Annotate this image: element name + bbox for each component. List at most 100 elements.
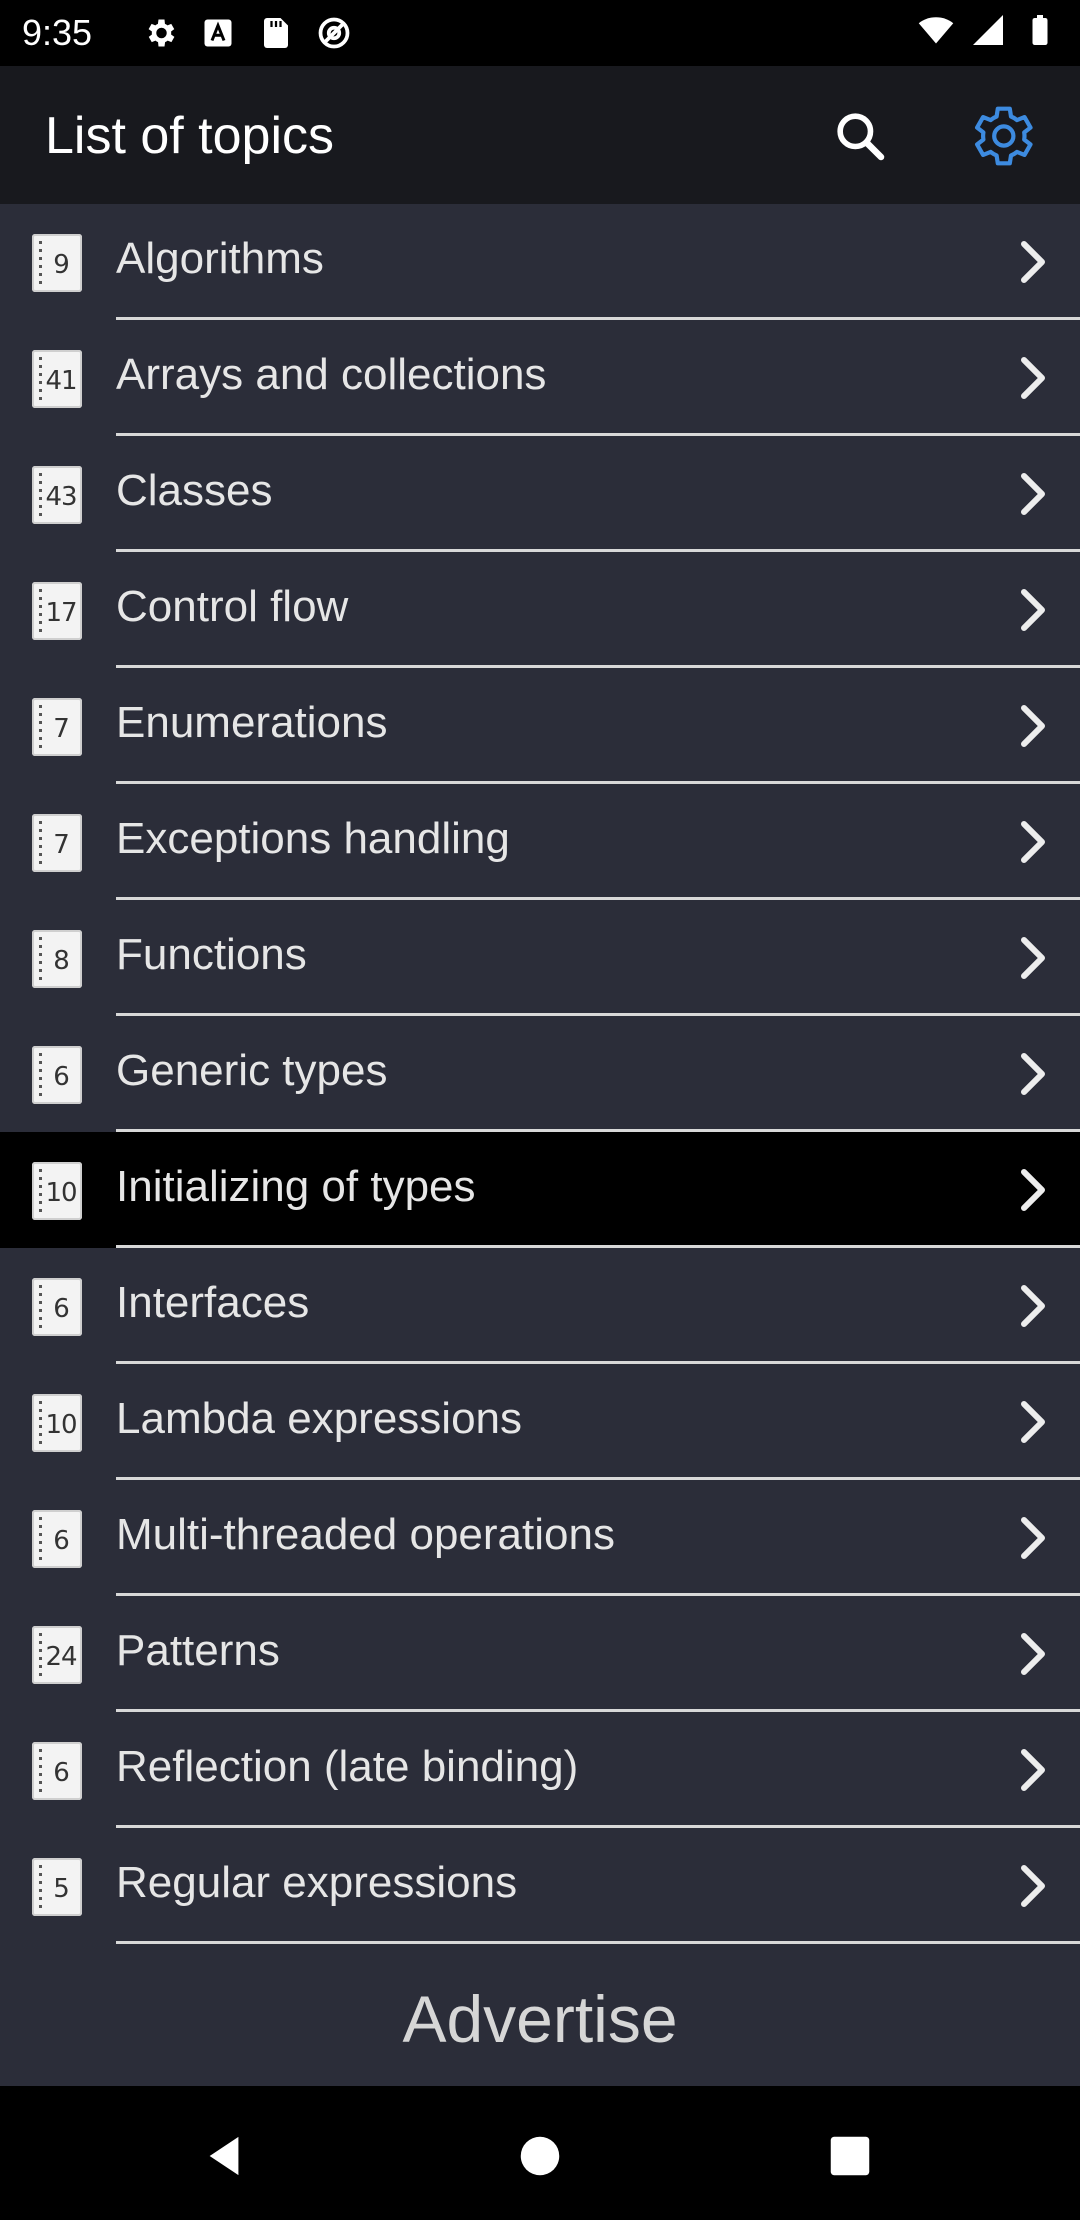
topic-label: Interfaces xyxy=(116,1278,310,1327)
app-bar: List of topics xyxy=(0,66,1080,204)
chevron-right-icon xyxy=(1021,1517,1045,1559)
chevron-right-icon xyxy=(1021,1401,1045,1443)
topic-row[interactable]: 7 Exceptions handling xyxy=(0,784,1080,900)
chevron-right-icon xyxy=(1021,1053,1045,1095)
notepad-icon: 7 xyxy=(32,814,82,872)
sd-card-icon xyxy=(256,13,296,53)
chevron-right-icon xyxy=(1021,821,1045,863)
topic-count: 9 xyxy=(53,250,70,280)
chevron-right-icon xyxy=(1021,937,1045,979)
notepad-icon: 6 xyxy=(32,1510,82,1568)
topic-count: 6 xyxy=(53,1294,70,1324)
notepad-icon: 10 xyxy=(32,1162,82,1220)
settings-icon xyxy=(140,13,180,53)
topic-count: 7 xyxy=(53,830,70,860)
home-circle-icon xyxy=(520,2136,560,2176)
chevron-right-icon xyxy=(1021,1865,1045,1907)
search-icon xyxy=(837,113,885,161)
topic-row[interactable]: 24 Patterns xyxy=(0,1596,1080,1712)
back-triangle-icon xyxy=(209,2136,239,2176)
recents-button[interactable] xyxy=(820,2126,880,2186)
topic-label: Arrays and collections xyxy=(116,350,547,399)
a-notification-icon xyxy=(198,13,238,53)
topic-count: 24 xyxy=(45,1642,77,1672)
topic-count: 6 xyxy=(53,1526,70,1556)
recents-square-icon xyxy=(830,2136,870,2176)
back-button[interactable] xyxy=(195,2126,255,2186)
topic-label: Lambda expressions xyxy=(116,1394,523,1443)
chevron-right-icon xyxy=(1021,1285,1045,1327)
notepad-icon: 10 xyxy=(32,1394,82,1452)
topic-label: Initializing of types xyxy=(116,1162,476,1211)
topic-count: 10 xyxy=(45,1410,77,1440)
notepad-icon: 6 xyxy=(32,1278,82,1336)
topic-row[interactable]: 9 Algorithms xyxy=(0,204,1080,320)
search-button[interactable] xyxy=(820,96,900,176)
topic-row[interactable]: 5 Regular expressions xyxy=(0,1828,1080,1944)
topic-row[interactable]: 10 Initializing of types xyxy=(0,1132,1080,1248)
notepad-icon: 17 xyxy=(32,582,82,640)
topic-count: 6 xyxy=(53,1062,70,1092)
topic-label: Reflection (late binding) xyxy=(116,1742,579,1791)
topic-row[interactable]: 10 Lambda expressions xyxy=(0,1364,1080,1480)
battery-icon xyxy=(1020,10,1060,50)
status-icons-right xyxy=(916,10,1060,50)
topic-count: 8 xyxy=(53,946,70,976)
topic-count: 6 xyxy=(53,1758,70,1788)
chevron-right-icon xyxy=(1021,357,1045,399)
gear-icon xyxy=(975,106,1033,166)
topic-label: Enumerations xyxy=(116,698,388,747)
topic-count: 7 xyxy=(53,714,70,744)
chevron-right-icon xyxy=(1021,705,1045,747)
settings-button[interactable] xyxy=(962,96,1042,176)
status-time: 9:35 xyxy=(22,12,93,53)
wifi-icon xyxy=(916,10,956,50)
topic-row[interactable]: 8 Functions xyxy=(0,900,1080,1016)
topic-row[interactable]: 6 Multi-threaded operations xyxy=(0,1480,1080,1596)
topic-count: 5 xyxy=(53,1874,70,1904)
chevron-right-icon xyxy=(1021,589,1045,631)
notepad-icon: 8 xyxy=(32,930,82,988)
topic-list: 9 Algorithms 41 Arrays and collections 43 Cla… xyxy=(0,204,1080,1944)
topic-label: Multi-threaded operations xyxy=(116,1510,615,1559)
topic-row[interactable]: 43 Classes xyxy=(0,436,1080,552)
chevron-right-icon xyxy=(1021,473,1045,515)
notepad-icon: 6 xyxy=(32,1742,82,1800)
topic-count: 17 xyxy=(45,598,77,628)
chevron-right-icon xyxy=(1021,1633,1045,1675)
page-title: List of topics xyxy=(45,107,335,165)
topic-label: Exceptions handling xyxy=(116,814,510,863)
topic-label: Functions xyxy=(116,930,307,979)
status-bar: 9:35 xyxy=(0,0,1080,66)
notepad-icon: 7 xyxy=(32,698,82,756)
topic-row[interactable]: 41 Arrays and collections xyxy=(0,320,1080,436)
topic-label: Regular expressions xyxy=(116,1858,518,1907)
notepad-icon: 9 xyxy=(32,234,82,292)
topic-label: Classes xyxy=(116,466,273,515)
at-sign-icon xyxy=(314,13,354,53)
topic-row[interactable]: 6 Interfaces xyxy=(0,1248,1080,1364)
topic-row[interactable]: 17 Control flow xyxy=(0,552,1080,668)
chevron-right-icon xyxy=(1021,1169,1045,1211)
topic-count: 10 xyxy=(45,1178,77,1208)
topic-count: 41 xyxy=(45,366,77,396)
topic-label: Generic types xyxy=(116,1046,388,1095)
row-divider xyxy=(116,1941,1080,1944)
topic-row[interactable]: 6 Reflection (late binding) xyxy=(0,1712,1080,1828)
status-icons-left xyxy=(140,13,354,53)
topic-count: 43 xyxy=(45,482,77,512)
advertise-banner[interactable]: Advertise xyxy=(0,1974,1080,2086)
notepad-icon: 6 xyxy=(32,1046,82,1104)
topic-label: Control flow xyxy=(116,582,349,631)
topic-row[interactable]: 6 Generic types xyxy=(0,1016,1080,1132)
notepad-icon: 41 xyxy=(32,350,82,408)
topic-label: Algorithms xyxy=(116,234,324,283)
signal-icon xyxy=(968,10,1008,50)
home-button[interactable] xyxy=(510,2126,570,2186)
notepad-icon: 43 xyxy=(32,466,82,524)
topic-row[interactable]: 7 Enumerations xyxy=(0,668,1080,784)
chevron-right-icon xyxy=(1021,241,1045,283)
topic-label: Patterns xyxy=(116,1626,280,1675)
navigation-bar xyxy=(0,2086,1080,2220)
notepad-icon: 5 xyxy=(32,1858,82,1916)
